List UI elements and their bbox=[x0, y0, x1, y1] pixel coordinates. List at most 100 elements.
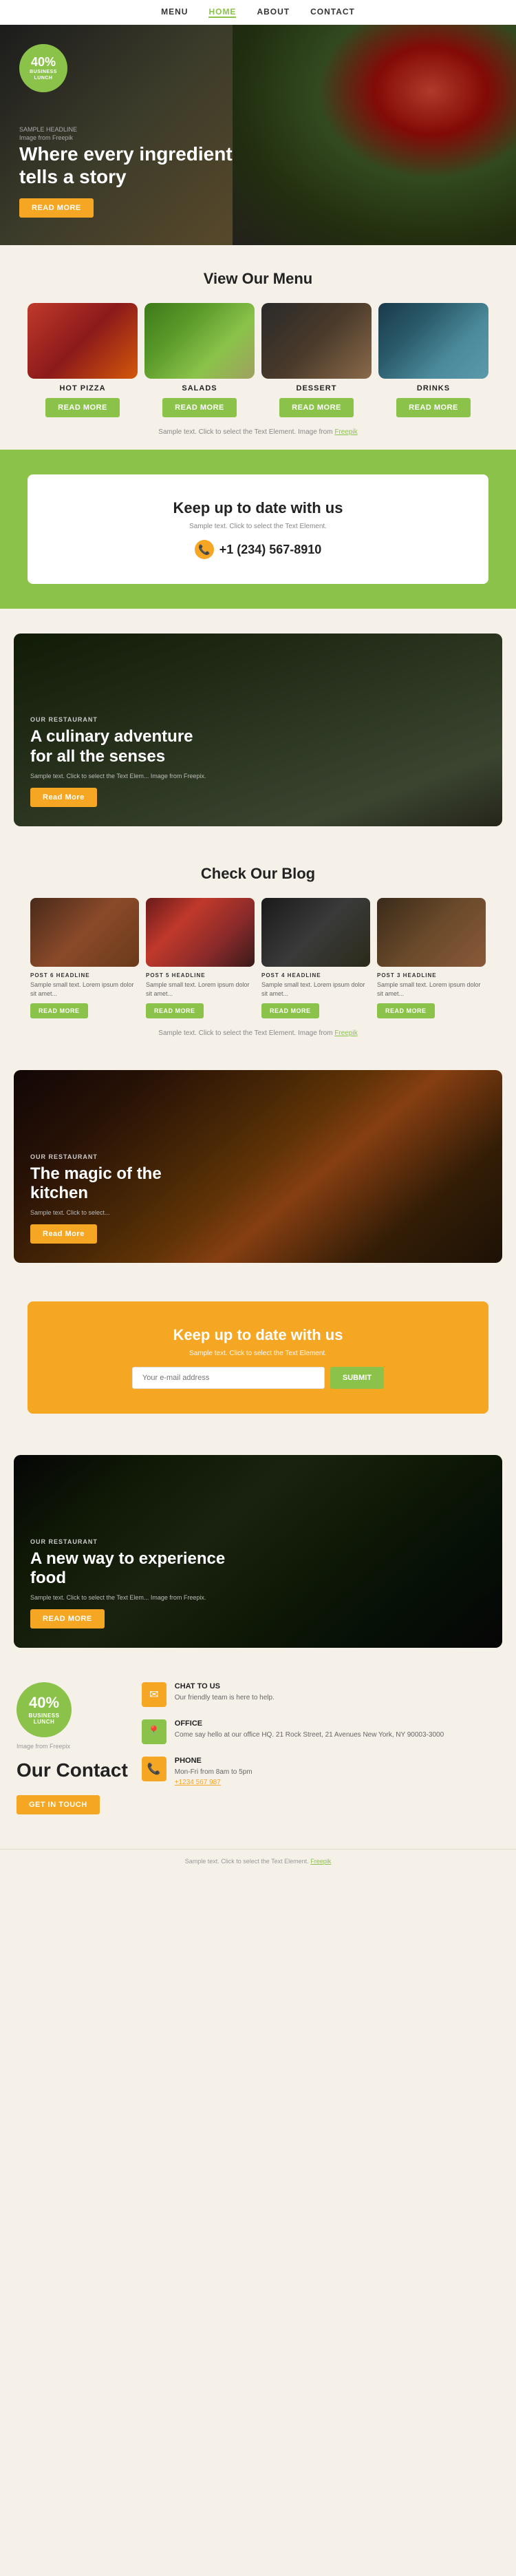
hero-section: 40% BUSINESSLUNCH SAMPLE HEADLINE Image … bbox=[0, 25, 516, 245]
nav-home[interactable]: HOME bbox=[208, 7, 236, 18]
contact-item-office: 📍 OFFICE Come say hello at our office HQ… bbox=[142, 1719, 499, 1744]
menu-cat-pizza: HOT PIZZA bbox=[28, 384, 138, 392]
contact-heading: Our Contact bbox=[17, 1759, 128, 1781]
contact-img-note: Image from Freepix bbox=[17, 1743, 70, 1750]
blog-cta-3[interactable]: READ MORE bbox=[377, 1003, 435, 1018]
footer-text: Sample text. Click to select the Text El… bbox=[185, 1858, 309, 1865]
keepup-1-card: Keep up to date with us Sample text. Cli… bbox=[28, 474, 488, 584]
menu-cta-dessert[interactable]: READ MORE bbox=[279, 398, 354, 417]
contact-phone-title: PHONE bbox=[175, 1757, 252, 1765]
menu-cta-drinks[interactable]: READ MORE bbox=[396, 398, 471, 417]
restaurant-content: OUR RESTAURANT A culinary adventure for … bbox=[30, 716, 206, 807]
blog-img-3 bbox=[377, 898, 486, 967]
contact-phone-text: Mon-Fri from 8am to 5pm +1234 567 987 bbox=[175, 1767, 252, 1788]
blog-text-5: Sample small text. Lorem ipsum dolor sit… bbox=[146, 981, 255, 998]
hero-image-note: Image from Freepik bbox=[19, 134, 239, 141]
restaurant-headline: A culinary adventure for all the senses bbox=[30, 727, 195, 767]
blog-cta-4[interactable]: READ MORE bbox=[261, 1003, 319, 1018]
keepup-2-card: Keep up to date with us Sample text. Cli… bbox=[28, 1301, 488, 1414]
keepup-1-phone-row: 📞 +1 (234) 567-8910 bbox=[55, 540, 461, 559]
footer: Sample text. Click to select the Text El… bbox=[0, 1849, 516, 1873]
kitchen-sample: Sample text. Click to select... bbox=[30, 1209, 195, 1216]
menu-cta-pizza[interactable]: READ MORE bbox=[45, 398, 120, 417]
kitchen-section: OUR RESTAURANT The magic of the kitchen … bbox=[0, 1051, 516, 1263]
blog-item-5: POST 5 HEADLINE Sample small text. Lorem… bbox=[146, 898, 255, 1018]
blog-headline-4: POST 4 HEADLINE bbox=[261, 972, 370, 978]
hero-badge-label: BUSINESSLUNCH bbox=[30, 70, 57, 81]
kitchen-cta[interactable]: Read More bbox=[30, 1224, 97, 1244]
newway-sample: Sample text. Click to select the Text El… bbox=[30, 1594, 237, 1601]
submit-button[interactable]: SUBMIT bbox=[330, 1367, 384, 1389]
contact-chat-text: Our friendly team is here to help. bbox=[175, 1693, 275, 1703]
email-input[interactable] bbox=[132, 1367, 325, 1389]
hero-badge: 40% BUSINESSLUNCH bbox=[19, 44, 67, 92]
hero-vegetables-image bbox=[233, 25, 516, 245]
nav-contact[interactable]: CONTACT bbox=[310, 7, 355, 18]
hero-cta-button[interactable]: READ MORE bbox=[19, 198, 94, 218]
contact-cta[interactable]: GET IN TOUCH bbox=[17, 1795, 100, 1814]
blog-img-4 bbox=[261, 898, 370, 967]
kitchen-content: OUR RESTAURANT The magic of the kitchen … bbox=[30, 1153, 195, 1244]
blog-section-title: Check Our Blog bbox=[14, 865, 502, 883]
contact-item-phone: 📞 PHONE Mon-Fri from 8am to 5pm +1234 56… bbox=[142, 1757, 499, 1788]
newway-content: OUR RESTAURANT A new way to experience f… bbox=[30, 1538, 237, 1629]
blog-section: Check Our Blog POST 6 HEADLINE Sample sm… bbox=[0, 840, 516, 1051]
blog-grid: POST 6 HEADLINE Sample small text. Lorem… bbox=[14, 898, 502, 1018]
blog-img-5 bbox=[146, 898, 255, 967]
kitchen-hero: OUR RESTAURANT The magic of the kitchen … bbox=[14, 1070, 502, 1263]
nav-menu[interactable]: MENU bbox=[161, 7, 188, 18]
contact-chat-title: CHAT TO US bbox=[175, 1682, 275, 1690]
hero-badge-percent: 40% bbox=[31, 55, 56, 70]
kitchen-tag: OUR RESTAURANT bbox=[30, 1153, 195, 1160]
contact-badge-percent: 40% bbox=[29, 1694, 59, 1712]
keepup-1-sample: Sample text. Click to select the Text El… bbox=[55, 523, 461, 530]
kitchen-headline: The magic of the kitchen bbox=[30, 1164, 195, 1204]
nav-about[interactable]: ABOUT bbox=[257, 7, 290, 18]
contact-badge-label: BUSINESSLUNCH bbox=[29, 1713, 60, 1726]
blog-cta-5[interactable]: READ MORE bbox=[146, 1003, 204, 1018]
phone-contact-icon: 📞 bbox=[142, 1757, 166, 1781]
keepup-1-phone: +1 (234) 567-8910 bbox=[219, 543, 322, 557]
hero-headline: Where every ingredient tells a story bbox=[19, 143, 239, 189]
contact-item-chat: ✉ CHAT TO US Our friendly team is here t… bbox=[142, 1682, 499, 1707]
contact-office-title: OFFICE bbox=[175, 1719, 444, 1728]
blog-text-3: Sample small text. Lorem ipsum dolor sit… bbox=[377, 981, 486, 998]
blog-headline-6: POST 6 HEADLINE bbox=[30, 972, 139, 978]
newway-headline: A new way to experience food bbox=[30, 1549, 237, 1589]
blog-img-6 bbox=[30, 898, 139, 967]
restaurant-cta[interactable]: Read More bbox=[30, 788, 97, 807]
menu-grid: HOT PIZZA READ MORE SALADS READ MORE DES… bbox=[14, 303, 502, 417]
keepup-2-input-row: SUBMIT bbox=[55, 1367, 461, 1389]
contact-phone-link[interactable]: +1234 567 987 bbox=[175, 1779, 221, 1786]
mail-icon: ✉ bbox=[142, 1682, 166, 1707]
menu-section-note: Sample text. Click to select the Text El… bbox=[14, 428, 502, 436]
menu-note-link[interactable]: Freepik bbox=[334, 428, 357, 436]
footer-link[interactable]: Freepik bbox=[310, 1858, 331, 1865]
blog-item-3: POST 3 HEADLINE Sample small text. Lorem… bbox=[377, 898, 486, 1018]
contact-info-office: OFFICE Come say hello at our office HQ. … bbox=[175, 1719, 444, 1740]
menu-img-pizza bbox=[28, 303, 138, 379]
blog-note-link[interactable]: Freepik bbox=[334, 1029, 357, 1037]
restaurant-sample: Sample text. Click to select the Text El… bbox=[30, 773, 206, 779]
navbar: MENU HOME ABOUT CONTACT bbox=[0, 0, 516, 25]
menu-section-title: View Our Menu bbox=[14, 270, 502, 288]
blog-headline-3: POST 3 HEADLINE bbox=[377, 972, 486, 978]
keepup-1-title: Keep up to date with us bbox=[55, 499, 461, 517]
location-icon: 📍 bbox=[142, 1719, 166, 1744]
contact-left: 40% BUSINESSLUNCH Image from Freepix Our… bbox=[17, 1682, 128, 1814]
newway-section: OUR RESTAURANT A new way to experience f… bbox=[0, 1438, 516, 1648]
newway-cta[interactable]: READ MORE bbox=[30, 1609, 105, 1629]
blog-item-4: POST 4 HEADLINE Sample small text. Lorem… bbox=[261, 898, 370, 1018]
menu-item-pizza: HOT PIZZA READ MORE bbox=[28, 303, 138, 417]
keepup-2-title: Keep up to date with us bbox=[55, 1326, 461, 1344]
hero-sample-label: SAMPLE HEADLINE bbox=[19, 126, 239, 133]
blog-text-6: Sample small text. Lorem ipsum dolor sit… bbox=[30, 981, 139, 998]
newway-tag: OUR RESTAURANT bbox=[30, 1538, 237, 1545]
blog-cta-6[interactable]: READ MORE bbox=[30, 1003, 88, 1018]
phone-icon: 📞 bbox=[195, 540, 214, 559]
menu-cta-salads[interactable]: READ MORE bbox=[162, 398, 237, 417]
contact-right: ✉ CHAT TO US Our friendly team is here t… bbox=[142, 1682, 499, 1800]
hero-content: SAMPLE HEADLINE Image from Freepik Where… bbox=[19, 126, 239, 218]
contact-section: 40% BUSINESSLUNCH Image from Freepix Our… bbox=[0, 1662, 516, 1849]
keepup-2-bg: Keep up to date with us Sample text. Cli… bbox=[0, 1277, 516, 1438]
